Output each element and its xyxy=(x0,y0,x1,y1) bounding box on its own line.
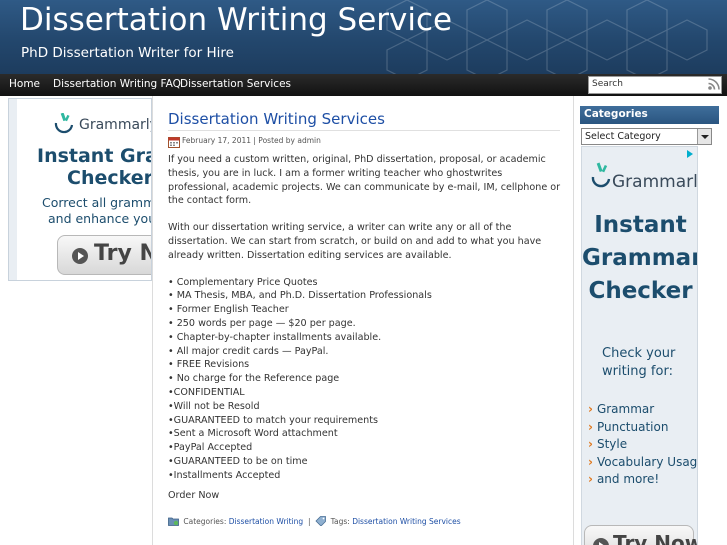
category-select[interactable]: Select Category xyxy=(581,128,712,145)
post-title[interactable]: Dissertation Writing Services xyxy=(168,110,385,128)
list-item: •GUARANTEED to match your requirements xyxy=(168,414,379,426)
nav-dissertation-writing-faq[interactable]: Dissertation Writing FAQ xyxy=(53,78,181,90)
ad-headline-line: Instant Gram xyxy=(37,145,151,167)
list-item: •Installments Accepted xyxy=(168,469,281,481)
chevron-right-icon: › xyxy=(588,419,593,434)
left-sidebar: Grammarly Instant Gram Checker Correct a… xyxy=(8,98,152,281)
chevron-down-icon[interactable] xyxy=(697,129,711,144)
ad-feature-item: › Grammar xyxy=(588,401,697,419)
post-meta: February 17, 2011 | Posted by admin xyxy=(182,136,321,145)
ad-headline-line: Checker xyxy=(67,167,152,189)
site-title[interactable]: Dissertation Writing Service xyxy=(20,2,452,38)
try-now-label: Try Now xyxy=(94,241,151,266)
chevron-right-icon: › xyxy=(588,454,593,469)
list-item: • Former English Teacher xyxy=(168,304,289,316)
calendar-icon xyxy=(168,137,180,148)
ad-feature-item: › Punctuation xyxy=(588,419,697,437)
rss-icon[interactable] xyxy=(707,77,721,91)
ad-brand-name: Grammarly xyxy=(612,172,698,192)
list-item: • 250 words per page — $20 per page. xyxy=(168,317,356,329)
list-item: • All major credit cards — PayPal. xyxy=(168,345,329,357)
list-item: •CONFIDENTIAL xyxy=(168,386,245,398)
folder-icon xyxy=(168,517,179,526)
play-arrow-icon xyxy=(593,538,609,545)
grammarly-logo-icon xyxy=(591,162,611,188)
category-select-value: Select Category xyxy=(585,131,661,142)
main-navigation: Home Dissertation Writing FAQ Dissertati… xyxy=(0,74,727,96)
ad-brand-name: Grammarly xyxy=(79,117,152,133)
tag-icon xyxy=(315,516,327,526)
title-divider xyxy=(168,130,560,131)
list-item: • Complementary Price Quotes xyxy=(168,276,318,288)
post-footer-meta: Categories: Dissertation Writing | Tags:… xyxy=(168,516,461,526)
ad-headline: Instant Gram Checker xyxy=(37,145,152,189)
site-tagline: PhD Dissertation Writer for Hire xyxy=(21,45,234,61)
grammarly-ad-right[interactable]: Grammarly Instant Grammar Checker Check … xyxy=(581,146,698,545)
post-paragraph: If you need a custom written, original, … xyxy=(168,154,561,207)
order-now-text: Order Now xyxy=(168,490,220,501)
try-now-button[interactable]: Try Now xyxy=(57,235,151,275)
ad-feature-item: › and more! xyxy=(588,471,697,489)
ad-subtext-line: Correct all gramma xyxy=(42,195,152,210)
ad-feature-list: › Grammar › Punctuation › Style › Vocabulary… xyxy=(588,401,698,489)
ad-feature-item: › Style xyxy=(588,436,697,454)
tag-link[interactable]: Dissertation Writing Services xyxy=(352,517,460,526)
list-item: • MA Thesis, MBA, and Ph.D. Dissertation… xyxy=(168,290,432,302)
adchoices-icon[interactable] xyxy=(685,149,695,159)
nav-dissertation-services[interactable]: Dissertation Services xyxy=(180,78,291,90)
ad-check-line: writing for: xyxy=(602,364,673,379)
try-now-label: Try Now xyxy=(613,531,698,545)
ad-feature-label: and more! xyxy=(596,472,660,486)
ad-headline: Instant Grammar Checker xyxy=(582,209,698,308)
ad-feature-label: Vocabulary Usage xyxy=(596,454,698,469)
ad-feature-item: › Vocabulary Usage xyxy=(588,454,698,472)
list-item: •Will not be Resold xyxy=(168,400,260,412)
chevron-right-icon: › xyxy=(588,437,593,451)
tags-label: Tags: xyxy=(330,517,350,526)
play-arrow-icon xyxy=(72,248,88,264)
list-item: • FREE Revisions xyxy=(168,359,250,371)
categories-heading: Categories xyxy=(580,106,719,124)
ad-feature-label: Style xyxy=(596,437,628,451)
right-sidebar: Categories Select Category Grammarly Ins… xyxy=(580,106,719,545)
ad-feature-label: Grammar xyxy=(596,402,655,416)
site-header: Dissertation Writing Service PhD Dissert… xyxy=(0,0,727,74)
search-input[interactable]: Search xyxy=(588,76,722,94)
ad-headline-line: Instant xyxy=(594,212,687,238)
ad-subtext: Correct all gramma and enhance your xyxy=(42,195,152,227)
nav-home[interactable]: Home xyxy=(9,78,40,90)
ad-subtext-line: and enhance your xyxy=(48,211,152,226)
list-item: • No charge for the Reference page xyxy=(168,373,340,385)
grammarly-ad-left[interactable]: Grammarly Instant Gram Checker Correct a… xyxy=(17,99,152,280)
chevron-right-icon: › xyxy=(588,472,593,486)
ad-check-line: Check your xyxy=(602,346,676,361)
main-content: Dissertation Writing Services February 1… xyxy=(152,96,574,545)
ad-feature-label: Punctuation xyxy=(596,419,669,434)
post-body: If you need a custom written, original, … xyxy=(168,153,566,483)
try-now-button[interactable]: Try Now xyxy=(584,525,697,545)
features-list: • Complementary Price Quotes • MA Thesis… xyxy=(168,276,566,483)
chevron-right-icon: › xyxy=(588,402,593,416)
list-item: •GUARANTEED to be on time xyxy=(168,455,308,467)
grammarly-logo-icon xyxy=(54,113,74,134)
list-item: • Chapter-by-chapter installments availa… xyxy=(168,331,382,343)
ad-headline-line: Grammar xyxy=(582,245,698,271)
ad-headline-line: Checker xyxy=(588,278,693,304)
ad-check-text: Check your writing for: xyxy=(602,345,675,381)
post-paragraph: With our dissertation writing service, a… xyxy=(168,222,542,261)
meta-separator: | xyxy=(305,517,313,526)
list-item: •Sent a Microsoft Word attachment xyxy=(168,428,338,440)
category-link[interactable]: Dissertation Writing xyxy=(229,517,303,526)
list-item: •PayPal Accepted xyxy=(168,442,253,454)
categories-label: Categories: xyxy=(183,517,227,526)
